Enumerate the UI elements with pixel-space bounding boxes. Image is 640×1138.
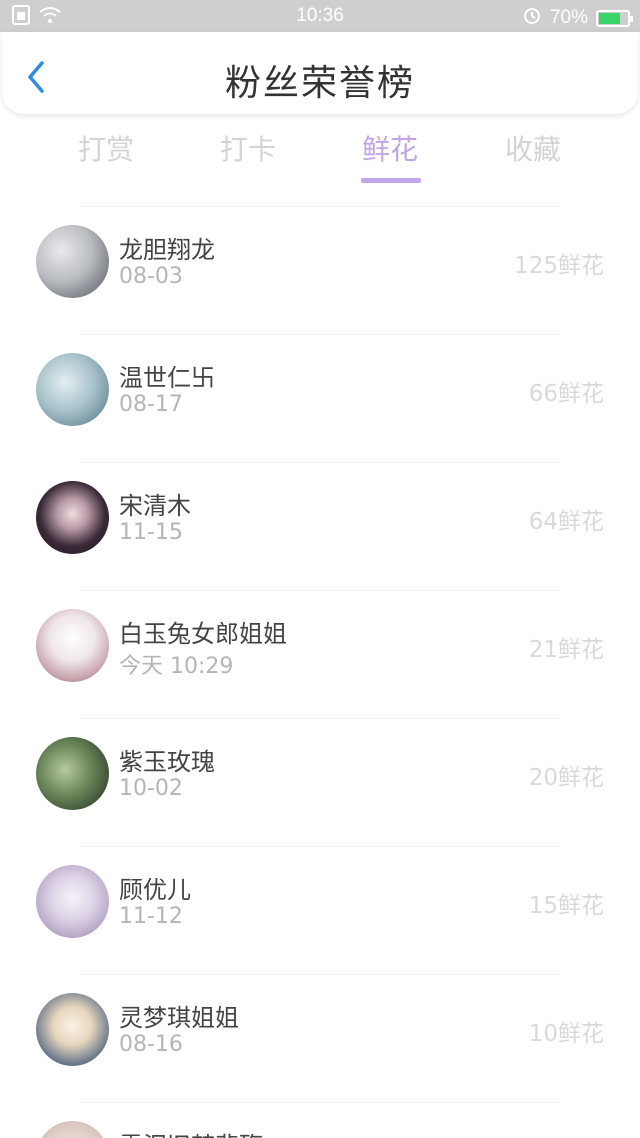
tab-flowers[interactable]: 鲜花 — [330, 128, 450, 183]
flower-count: 125鲜花 — [514, 253, 604, 279]
flower-count: 21鲜花 — [528, 637, 604, 663]
fan-name: 龙胆翔龙 — [119, 236, 215, 264]
flower-count: 20鲜花 — [528, 765, 604, 791]
fan-name: 雪泪旧梦悲殇 — [119, 1126, 263, 1138]
fan-row[interactable]: 雪泪旧梦悲殇 — [0, 1102, 640, 1138]
fan-row[interactable]: 温世仁卐 08-17 66鲜花 — [0, 334, 640, 462]
active-tab-indicator — [361, 178, 421, 183]
fan-date: 10-02 — [119, 776, 183, 801]
fan-date: 11-15 — [119, 520, 183, 545]
fan-name: 白玉兔女郎姐姐 — [119, 620, 287, 648]
avatar — [36, 737, 109, 810]
fan-row[interactable]: 宋清木 11-15 64鲜花 — [0, 462, 640, 590]
battery-percent: 70% — [549, 7, 588, 28]
tab-favorites[interactable]: 收藏 — [473, 128, 593, 168]
fan-name: 灵梦琪姐姐 — [119, 1004, 239, 1032]
fan-row[interactable]: 顾优儿 11-12 15鲜花 — [0, 846, 640, 974]
fan-row[interactable]: 紫玉玫瑰 10-02 20鲜花 — [0, 718, 640, 846]
tab-reward[interactable]: 打赏 — [46, 128, 166, 168]
flower-count: 15鲜花 — [528, 893, 604, 919]
alarm-icon — [522, 5, 542, 31]
fan-row[interactable]: 龙胆翔龙 08-03 125鲜花 — [0, 206, 640, 334]
tab-checkin[interactable]: 打卡 — [188, 128, 308, 168]
fan-date: 08-17 — [119, 392, 183, 417]
header-bar: 粉丝荣誉榜 — [2, 32, 638, 114]
avatar — [36, 609, 109, 682]
avatar — [36, 225, 109, 298]
flower-count: 64鲜花 — [528, 509, 604, 535]
fan-name: 顾优儿 — [119, 876, 191, 904]
avatar — [36, 481, 109, 554]
avatar — [36, 353, 109, 426]
fan-date: 11-12 — [119, 904, 183, 929]
avatar — [36, 865, 109, 938]
fan-row[interactable]: 灵梦琪姐姐 08-16 10鲜花 — [0, 974, 640, 1102]
tab-bar: 打赏 打卡 鲜花 收藏 — [0, 128, 640, 188]
tab-flowers-label: 鲜花 — [361, 133, 418, 166]
fan-name: 紫玉玫瑰 — [119, 748, 215, 776]
fan-date: 今天 10:29 — [119, 654, 234, 679]
fan-date: 08-16 — [119, 1032, 183, 1057]
fan-name: 宋清木 — [119, 492, 191, 520]
fan-date: 08-03 — [119, 264, 183, 289]
fan-row[interactable]: 白玉兔女郎姐姐 今天 10:29 21鲜花 — [0, 590, 640, 718]
fan-name: 温世仁卐 — [119, 364, 215, 392]
battery-charging-icon — [596, 9, 633, 27]
page-title: 粉丝荣誉榜 — [224, 63, 415, 104]
avatar — [36, 993, 109, 1066]
avatar — [36, 1121, 109, 1138]
status-bar: 10:36 70% — [0, 0, 640, 32]
flower-count: 66鲜花 — [528, 381, 604, 407]
flower-count: 10鲜花 — [528, 1021, 604, 1047]
